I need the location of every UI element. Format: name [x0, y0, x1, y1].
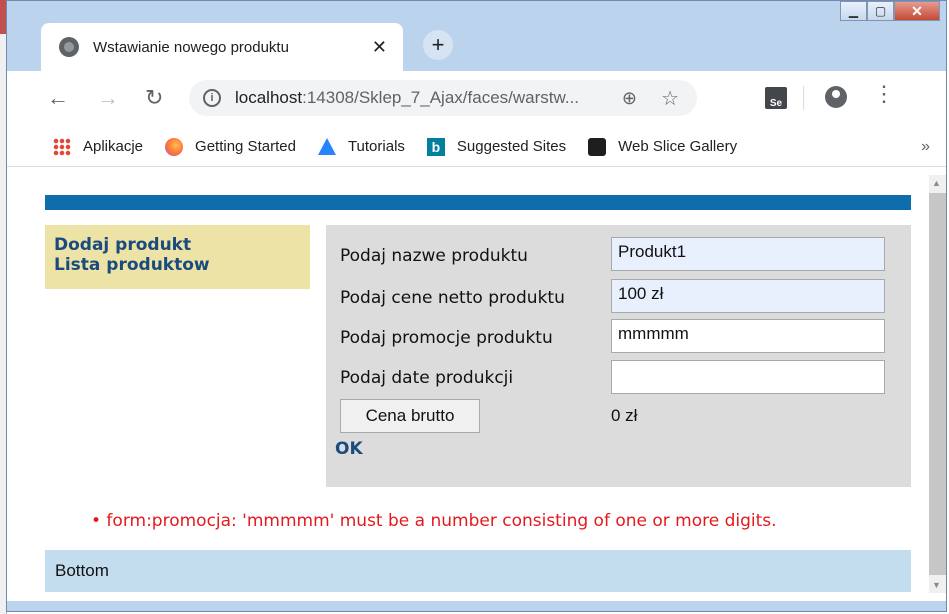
ok-link[interactable]: OK — [335, 439, 363, 459]
bookmark-label: Suggested Sites — [456, 138, 567, 155]
bookmark-label: Getting Started — [195, 138, 296, 155]
new-tab-button[interactable]: + — [423, 30, 453, 60]
globe-icon — [59, 37, 79, 57]
close-window-button[interactable]: ✕ — [894, 1, 940, 21]
info-icon[interactable]: i — [203, 89, 221, 107]
name-field[interactable]: Produkt1 — [611, 237, 885, 271]
more-bookmarks-icon[interactable]: » — [921, 138, 930, 156]
toolbar-divider — [803, 86, 804, 110]
tab-close-icon[interactable]: ✕ — [372, 37, 387, 58]
page-viewport: Dodaj produkt Lista produktow Podaj nazw… — [7, 167, 946, 601]
price-label: Podaj cene netto produktu — [340, 288, 565, 308]
scroll-down-icon[interactable]: ▼ — [932, 580, 941, 590]
maximize-button[interactable]: ▢ — [867, 1, 894, 21]
bookmark-star-icon[interactable]: ☆ — [661, 86, 679, 111]
zoom-icon[interactable]: ⊕ — [622, 88, 637, 109]
footer: Bottom — [45, 550, 911, 592]
bookmark-tutorials[interactable]: Tutorials — [317, 138, 405, 155]
bookmarks-bar: Aplikacje Getting Started Tutorials b Sug… — [7, 127, 946, 167]
bookmark-apps[interactable]: Aplikacje — [53, 137, 144, 156]
tab-title: Wstawianie nowego produktu — [93, 38, 289, 56]
scrollbar-thumb[interactable] — [929, 193, 946, 575]
firefox-icon — [165, 137, 184, 156]
date-label: Podaj date produkcji — [340, 368, 514, 388]
window-controls: ▁ ▢ ✕ — [840, 1, 940, 21]
web-slice-icon — [588, 137, 607, 156]
gross-price-button[interactable]: Cena brutto — [340, 399, 480, 433]
bookmark-label: Web Slice Gallery — [618, 138, 738, 155]
validation-error: • form:promocja: 'mmmmm' must be a numbe… — [91, 511, 777, 531]
bookmark-suggested-sites[interactable]: b Suggested Sites — [426, 137, 567, 156]
selenium-extension-icon[interactable]: Se — [765, 87, 787, 109]
minimize-button[interactable]: ▁ — [840, 1, 867, 21]
atlassian-icon — [317, 138, 336, 155]
url-path: :14308/Sklep_7_Ajax/faces/warstw... — [302, 88, 579, 107]
tab-active[interactable]: Wstawianie nowego produktu ✕ — [41, 23, 403, 71]
account-icon[interactable] — [825, 86, 847, 108]
reload-icon[interactable]: ↻ — [145, 85, 163, 111]
date-field[interactable] — [611, 360, 885, 394]
scroll-up-icon[interactable]: ▲ — [932, 178, 941, 188]
url-text[interactable]: localhost:14308/Sklep_7_Ajax/faces/warst… — [235, 88, 579, 108]
title-bar: ▁ ▢ ✕ Wstawianie nowego produktu ✕ + — [7, 1, 946, 71]
price-field[interactable]: 100 zł — [611, 279, 885, 313]
menu-link-add-product[interactable]: Dodaj produkt — [54, 235, 310, 255]
apps-grid-icon — [53, 137, 71, 156]
bookmark-label: Aplikacje — [83, 138, 144, 155]
gross-price-result: 0 zł — [611, 406, 638, 425]
browser-window: ▁ ▢ ✕ Wstawianie nowego produktu ✕ + ← →… — [6, 0, 947, 612]
menu-link-product-list[interactable]: Lista produktow — [54, 255, 310, 275]
footer-text: Bottom — [55, 561, 109, 580]
vertical-scrollbar[interactable]: ▲ ▼ — [929, 175, 946, 593]
product-form: Podaj nazwe produktu Produkt1 Podaj cene… — [326, 225, 911, 487]
forward-arrow-icon[interactable]: → — [97, 85, 119, 111]
side-menu: Dodaj produkt Lista produktow — [45, 225, 310, 289]
bookmark-getting-started[interactable]: Getting Started — [165, 137, 296, 156]
url-host: localhost — [235, 88, 303, 107]
promo-label: Podaj promocje produktu — [340, 328, 553, 348]
bookmark-web-slice-gallery[interactable]: Web Slice Gallery — [588, 137, 738, 156]
menu-kebab-icon[interactable]: ⋮ — [873, 83, 895, 105]
bookmark-label: Tutorials — [347, 138, 405, 155]
back-arrow-icon[interactable]: ← — [47, 85, 69, 111]
address-bar[interactable]: i localhost:14308/Sklep_7_Ajax/faces/war… — [189, 80, 697, 116]
name-label: Podaj nazwe produktu — [340, 246, 528, 266]
browser-toolbar: ← → ↻ i localhost:14308/Sklep_7_Ajax/fac… — [7, 71, 946, 127]
header-bar — [45, 195, 911, 210]
bing-icon: b — [426, 137, 445, 156]
promo-field[interactable]: mmmmm — [611, 319, 885, 353]
